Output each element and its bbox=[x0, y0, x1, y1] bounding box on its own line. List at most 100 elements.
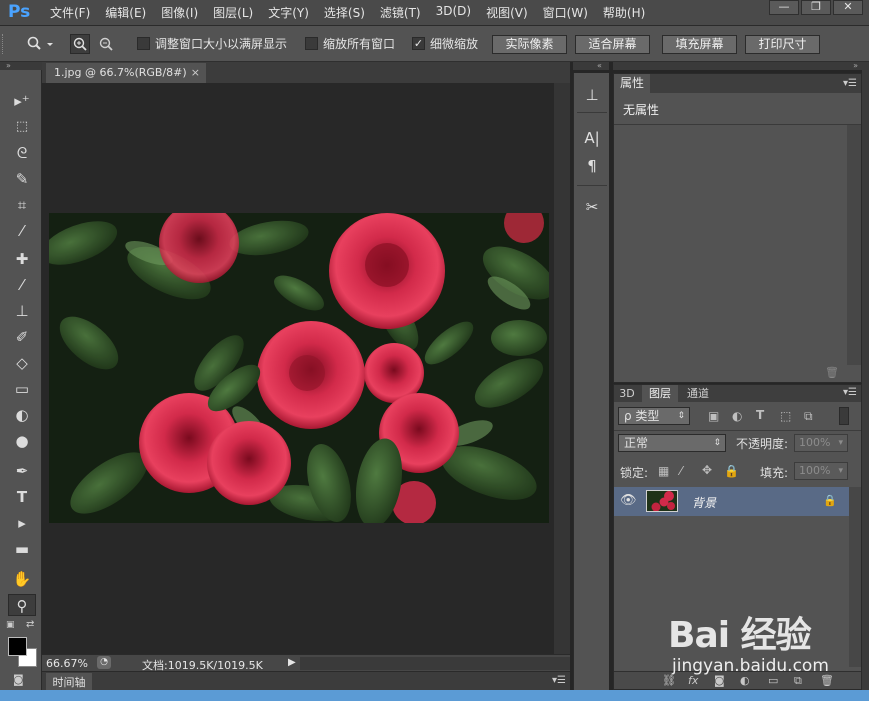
blur-icon[interactable]: ◐ bbox=[8, 404, 36, 426]
properties-trash-icon[interactable]: 🗑 bbox=[825, 366, 839, 379]
layer-row-background[interactable]: 👁 背景 🔒 bbox=[614, 487, 849, 516]
lasso-icon[interactable]: ᘓ bbox=[8, 142, 36, 164]
menu-help[interactable]: 帮助(H) bbox=[603, 4, 645, 21]
filter-pixel-icon[interactable]: ▣ bbox=[708, 409, 719, 423]
clone-source-icon[interactable]: ⊥ bbox=[580, 84, 604, 106]
properties-menu-icon[interactable]: ▾☰ bbox=[843, 78, 857, 89]
menu-select[interactable]: 选择(S) bbox=[324, 4, 365, 21]
menu-window[interactable]: 窗口(W) bbox=[543, 4, 588, 21]
canvas-vertical-scrollbar[interactable] bbox=[554, 83, 570, 654]
layer-name[interactable]: 背景 bbox=[692, 494, 716, 511]
lock-all-icon[interactable]: 🔒 bbox=[724, 464, 739, 478]
move-icon[interactable]: ▸⁺ bbox=[8, 90, 36, 112]
properties-tab[interactable]: 属性 bbox=[614, 74, 650, 93]
right-edge-strip bbox=[862, 62, 869, 690]
resize-windows-checkbox[interactable] bbox=[137, 37, 150, 50]
dodge-icon[interactable]: ● bbox=[8, 430, 36, 452]
fill-field[interactable]: 100% ▾ bbox=[794, 462, 848, 480]
paragraph-icon[interactable]: ¶ bbox=[580, 155, 604, 177]
zoom-out-icon[interactable] bbox=[96, 34, 116, 54]
foreground-color-swatch[interactable] bbox=[8, 637, 27, 656]
zoom-level[interactable]: 66.67% bbox=[46, 657, 88, 670]
menu-view[interactable]: 视图(V) bbox=[486, 4, 528, 21]
zoom-icon[interactable]: ⚲ bbox=[8, 594, 36, 616]
quick-select-icon[interactable]: ✎ bbox=[8, 168, 36, 190]
healing-brush-icon[interactable]: ✚ bbox=[8, 248, 36, 270]
filter-shape-icon[interactable]: ⬚ bbox=[780, 409, 791, 423]
actual-pixels-button[interactable]: 实际像素 bbox=[492, 35, 567, 54]
opacity-field[interactable]: 100% ▾ bbox=[794, 434, 848, 452]
swap-colors-icon[interactable]: ⇄ bbox=[26, 619, 34, 630]
character-icon[interactable]: A| bbox=[580, 127, 604, 149]
close-button[interactable]: ✕ bbox=[833, 0, 863, 15]
status-options-icon[interactable]: ◔ bbox=[97, 656, 111, 669]
minimize-button[interactable]: — bbox=[769, 0, 799, 15]
print-size-button[interactable]: 打印尺寸 bbox=[745, 35, 820, 54]
fill-screen-button[interactable]: 填充屏幕 bbox=[662, 35, 737, 54]
clone-stamp-icon[interactable]: ⊥ bbox=[8, 300, 36, 322]
type-icon[interactable]: T bbox=[8, 486, 36, 508]
path-select-icon[interactable]: ▸ bbox=[8, 512, 36, 534]
filter-toggle[interactable] bbox=[839, 407, 849, 425]
tab-channels[interactable]: 通道 bbox=[680, 385, 716, 402]
tab-layers[interactable]: 图层 bbox=[642, 385, 678, 402]
default-colors-icon[interactable]: ▣ bbox=[6, 620, 15, 630]
menu-image[interactable]: 图像(I) bbox=[161, 4, 198, 21]
fit-screen-button[interactable]: 适合屏幕 bbox=[575, 35, 650, 54]
horizontal-scrollbar[interactable] bbox=[300, 657, 570, 670]
zoom-in-icon[interactable] bbox=[70, 34, 90, 54]
brush-icon[interactable]: ⁄ bbox=[8, 274, 36, 296]
filter-smart-object-icon[interactable]: ⧉ bbox=[804, 409, 813, 424]
gradient-icon[interactable]: ▭ bbox=[8, 378, 36, 400]
close-tab-icon[interactable]: × bbox=[191, 63, 200, 83]
layers-scrollbar[interactable] bbox=[849, 487, 861, 667]
quick-mask-icon[interactable]: ◙ bbox=[13, 673, 24, 686]
menu-3d[interactable]: 3D(D) bbox=[436, 4, 471, 21]
zoom-tool-preset-icon[interactable] bbox=[26, 36, 54, 52]
chevron-updown-icon: ⇕ bbox=[713, 438, 721, 448]
tool-presets-icon[interactable]: ✂ bbox=[580, 196, 604, 218]
panel-collapse-strip[interactable]: » bbox=[613, 62, 862, 70]
lock-label: 锁定: bbox=[620, 466, 649, 480]
rectangle-icon[interactable]: ▬ bbox=[8, 538, 36, 560]
layer-filter-select[interactable]: ρ 类型 ⇕ bbox=[618, 407, 690, 425]
camellia-photo[interactable] bbox=[49, 213, 549, 523]
properties-scrollbar[interactable] bbox=[847, 125, 861, 365]
tab-3d[interactable]: 3D bbox=[614, 385, 640, 402]
menu-type[interactable]: 文字(Y) bbox=[268, 4, 309, 21]
menu-filter[interactable]: 滤镜(T) bbox=[380, 4, 421, 21]
zoom-all-option[interactable]: 缩放所有窗口 bbox=[305, 35, 395, 52]
lock-position-icon[interactable]: ✥ bbox=[702, 463, 712, 477]
marquee-icon[interactable]: ⬚ bbox=[8, 116, 36, 138]
lock-image-icon[interactable]: ⁄ bbox=[680, 464, 682, 478]
scrubby-zoom-option[interactable]: ✓ 细微缩放 bbox=[412, 35, 478, 52]
zoom-all-checkbox[interactable] bbox=[305, 37, 318, 50]
baidu-watermark: Bai 经验 jingyan.baidu.com bbox=[668, 606, 829, 684]
hand-icon[interactable]: ✋ bbox=[8, 568, 36, 590]
menu-file[interactable]: 文件(F) bbox=[50, 4, 90, 21]
filter-adjustment-icon[interactable]: ◐ bbox=[732, 409, 742, 423]
document-tab[interactable]: 1.jpg @ 66.7%(RGB/8#) × bbox=[46, 63, 206, 83]
blend-mode-select[interactable]: 正常 ⇕ bbox=[618, 434, 726, 452]
resize-windows-option[interactable]: 调整窗口大小以满屏显示 bbox=[137, 35, 287, 52]
scrubby-zoom-checkbox[interactable]: ✓ bbox=[412, 37, 425, 50]
toolbar-collapse-strip[interactable]: » bbox=[0, 62, 42, 70]
crop-icon[interactable]: ⌗ bbox=[8, 194, 36, 216]
dock-collapse-strip[interactable]: « bbox=[573, 62, 609, 70]
window-controls: — ❐ ✕ bbox=[767, 0, 863, 15]
visibility-eye-icon[interactable]: 👁 bbox=[620, 493, 637, 508]
restore-button[interactable]: ❐ bbox=[801, 0, 831, 15]
status-menu-arrow-icon[interactable]: ▶ bbox=[288, 657, 296, 668]
menu-layer[interactable]: 图层(L) bbox=[213, 4, 253, 21]
history-brush-icon[interactable]: ✐ bbox=[8, 326, 36, 348]
properties-panel: 属性 ▾☰ 无属性 🗑 bbox=[613, 73, 862, 383]
layers-menu-icon[interactable]: ▾☰ bbox=[843, 387, 857, 398]
filter-type-icon[interactable]: T bbox=[756, 408, 764, 422]
layer-thumbnail-art bbox=[647, 491, 677, 511]
timeline-menu-icon[interactable]: ▾☰ bbox=[552, 675, 566, 686]
eyedropper-icon[interactable]: ⁄ bbox=[8, 220, 36, 242]
lock-transparent-icon[interactable]: ▦ bbox=[658, 464, 669, 478]
menu-edit[interactable]: 编辑(E) bbox=[105, 4, 146, 21]
eraser-icon[interactable]: ◇ bbox=[8, 352, 36, 374]
pen-icon[interactable]: ✒ bbox=[8, 460, 36, 482]
